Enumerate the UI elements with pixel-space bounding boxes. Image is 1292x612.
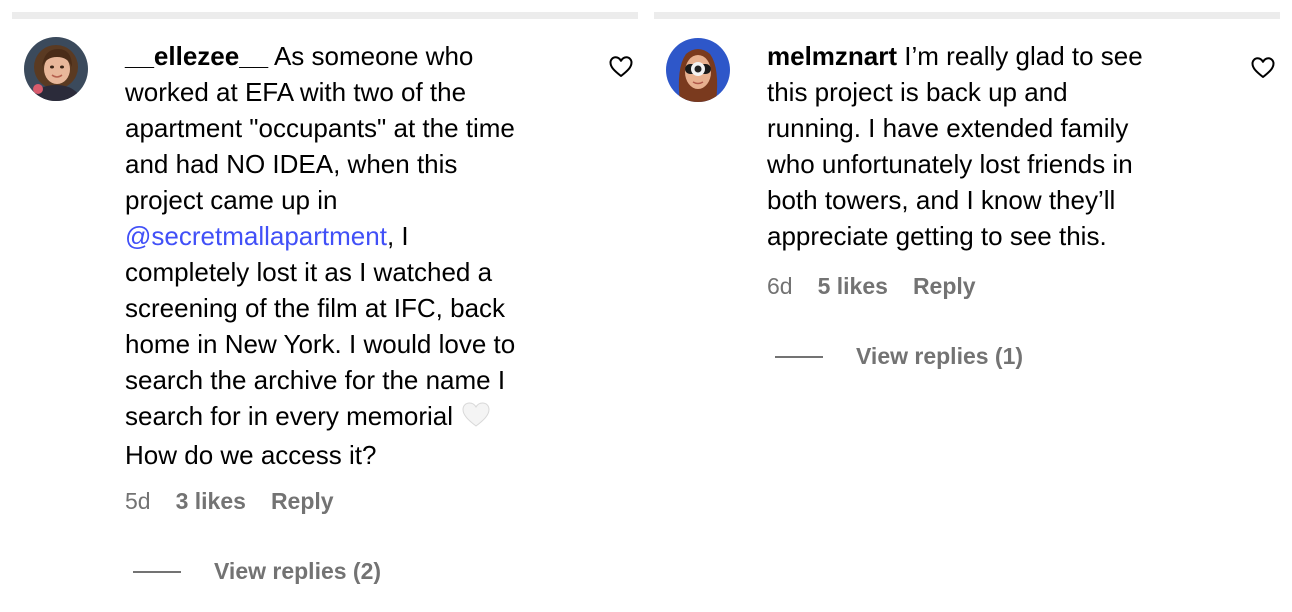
comment-body-part-3: How do we access it? — [125, 440, 377, 470]
likes-count[interactable]: 3 likes — [176, 488, 246, 515]
timestamp: 5d — [125, 488, 151, 514]
reply-button[interactable]: Reply — [271, 488, 334, 515]
comment-text: __ellezee__ As someone who worked at EFA… — [125, 38, 585, 473]
comment-meta: 5d 3 likes Reply — [125, 488, 334, 515]
reply-button[interactable]: Reply — [913, 273, 976, 300]
avatar[interactable] — [24, 37, 88, 101]
view-replies-button[interactable]: View replies (2) — [133, 558, 381, 585]
heart-outline-icon[interactable] — [1250, 55, 1276, 81]
heart-outline-icon[interactable] — [608, 54, 634, 80]
comment-text: melmznart I’m really glad to see this pr… — [767, 38, 1197, 254]
comment-meta: 6d 5 likes Reply — [767, 273, 976, 300]
comment-card-1: __ellezee__ As someone who worked at EFA… — [12, 0, 638, 612]
divider-bar — [654, 12, 1280, 19]
avatar[interactable] — [666, 38, 730, 102]
comment-card-2: melmznart I’m really glad to see this pr… — [654, 0, 1280, 612]
comment-body-part-2: , I completely lost it as I watched a sc… — [125, 221, 516, 431]
divider-bar — [12, 12, 638, 19]
timestamp: 6d — [767, 273, 793, 299]
view-replies-label: View replies (1) — [856, 343, 1024, 369]
view-replies-label: View replies (2) — [214, 558, 382, 584]
username[interactable]: __ellezee__ — [125, 41, 268, 71]
username[interactable]: melmznart — [767, 41, 897, 71]
replies-dash — [775, 355, 823, 358]
view-replies-button[interactable]: View replies (1) — [775, 343, 1023, 370]
mention-link[interactable]: @secretmallapartment — [125, 221, 387, 251]
replies-dash — [133, 570, 181, 573]
likes-count[interactable]: 5 likes — [818, 273, 888, 300]
comment-body: I’m really glad to see this project is b… — [767, 41, 1143, 251]
white-heart-emoji — [462, 401, 490, 437]
